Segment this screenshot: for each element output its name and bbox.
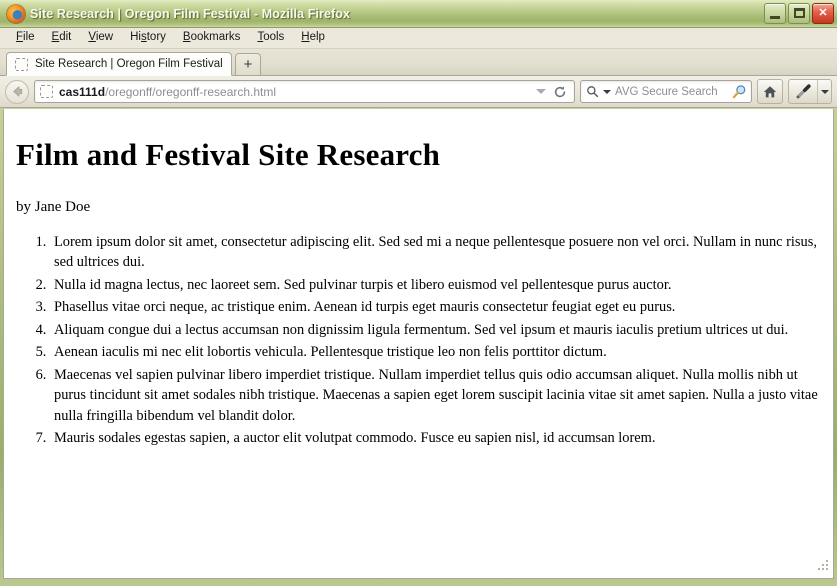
menu-item-bookmarks[interactable]: Bookmarks: [175, 30, 249, 47]
menu-item-view[interactable]: View: [80, 30, 121, 47]
window-title: Site Research | Oregon Film Festival - M…: [30, 6, 351, 21]
tab-site-research[interactable]: Site Research | Oregon Film Festival: [6, 52, 232, 76]
dotted-placeholder-icon: [15, 57, 28, 71]
close-button[interactable]: ✕: [812, 3, 834, 24]
url-path: /oregonff/oregonff-research.html: [105, 84, 277, 99]
tab-strip: Site Research | Oregon Film Festival +: [0, 49, 837, 76]
dotted-placeholder-icon: [40, 85, 53, 98]
maximize-button[interactable]: [788, 3, 810, 24]
list-item: Nulla id magna lectus, nec laoreet sem. …: [50, 275, 819, 295]
search-icon: [587, 86, 599, 98]
list-item: Aenean iaculis mi nec elit lobortis vehi…: [50, 342, 819, 362]
menu-item-tools[interactable]: Tools: [249, 30, 292, 47]
minimize-button[interactable]: [764, 3, 786, 24]
eyedropper-icon: [796, 84, 811, 99]
menu-item-file[interactable]: File: [8, 30, 43, 47]
list-item: Lorem ipsum dolor sit amet, consectetur …: [50, 232, 819, 273]
back-button[interactable]: [5, 79, 29, 104]
page-content-area: Film and Festival Site Research by Jane …: [3, 109, 834, 579]
home-icon: [763, 85, 777, 97]
url-text: cas111d/oregonff/oregonff-research.html: [59, 85, 530, 99]
research-list: Lorem ipsum dolor sit amet, consectetur …: [16, 232, 819, 449]
close-icon: ✕: [818, 7, 828, 19]
window-controls: ✕: [764, 3, 834, 24]
tab-label: Site Research | Oregon Film Festival: [35, 58, 223, 70]
menu-item-edit[interactable]: Edit: [44, 30, 80, 47]
chevron-down-icon[interactable]: [603, 89, 611, 94]
url-bar[interactable]: cas111d/oregonff/oregonff-research.html: [34, 80, 575, 103]
search-input[interactable]: AVG Secure Search: [615, 86, 728, 98]
chevron-down-icon[interactable]: [536, 89, 546, 94]
eyedropper-dropdown[interactable]: [817, 80, 831, 103]
back-arrow-icon: [12, 86, 22, 97]
new-tab-button[interactable]: +: [235, 53, 261, 75]
title-bar: Site Research | Oregon Film Festival - M…: [0, 0, 837, 28]
url-bar-actions: [536, 85, 570, 99]
minimize-icon: [770, 16, 780, 19]
eyedropper-button[interactable]: [788, 79, 832, 104]
url-host: cas111d: [59, 84, 106, 99]
magnifier-icon[interactable]: [732, 84, 747, 99]
menu-bar: File Edit View History Bookmarks Tools H…: [0, 28, 837, 49]
chevron-down-icon: [820, 89, 829, 94]
list-item: Maecenas vel sapien pulvinar libero impe…: [50, 365, 819, 426]
navigation-toolbar: cas111d/oregonff/oregonff-research.html …: [0, 76, 837, 108]
home-button[interactable]: [757, 79, 783, 104]
byline: by Jane Doe: [16, 199, 91, 215]
list-item: Aliquam congue dui a lectus accumsan non…: [50, 320, 819, 340]
page-title: Film and Festival Site Research: [16, 137, 441, 172]
document-body: Film and Festival Site Research by Jane …: [4, 109, 833, 449]
list-item: Phasellus vitae orci neque, ac tristique…: [50, 297, 819, 317]
browser-window: Site Research | Oregon Film Festival - M…: [0, 0, 837, 586]
list-item: Mauris sodales egestas sapien, a auctor …: [50, 428, 819, 448]
firefox-logo-icon: [7, 4, 25, 23]
search-box[interactable]: AVG Secure Search: [580, 80, 752, 103]
resize-grip-icon[interactable]: [816, 558, 828, 570]
menu-item-help[interactable]: Help: [293, 30, 333, 47]
reload-icon[interactable]: [553, 85, 567, 99]
menu-item-history[interactable]: History: [122, 30, 174, 47]
maximize-icon: [794, 8, 805, 18]
